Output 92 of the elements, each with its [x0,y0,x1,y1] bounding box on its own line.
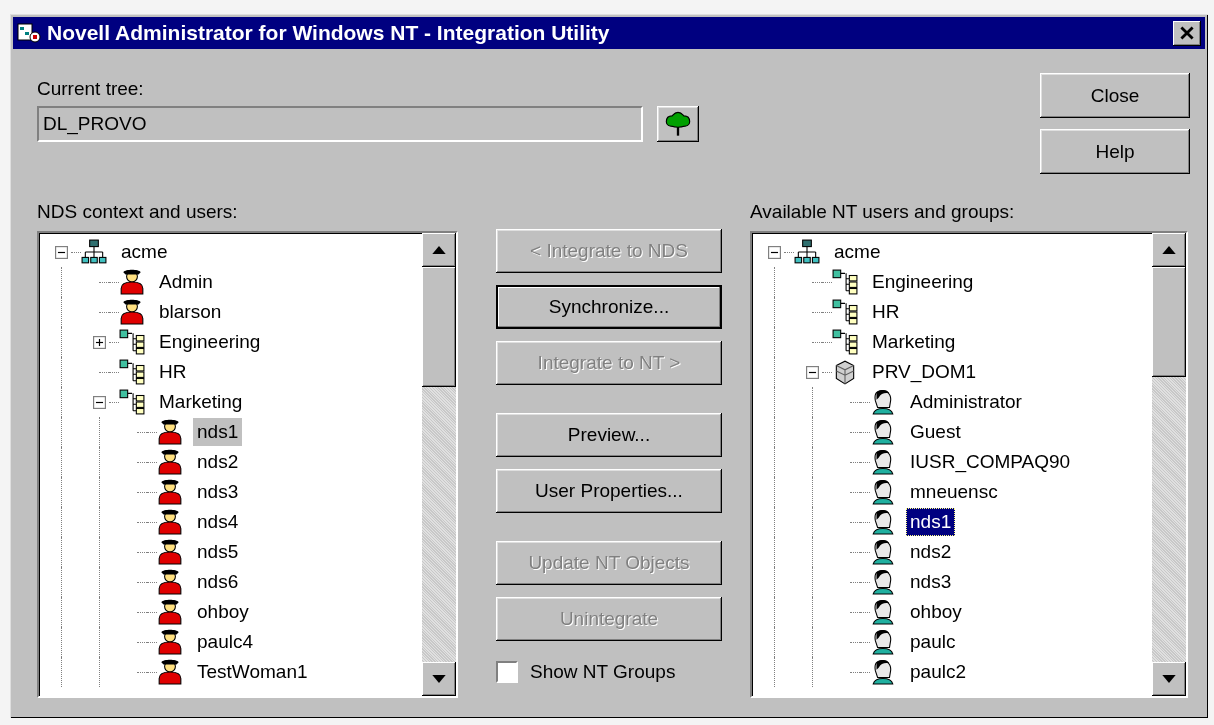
down-arrow-icon [1162,675,1176,683]
expand-icon[interactable] [93,335,106,349]
tree-icon [664,110,692,138]
tree-item[interactable]: blarson [155,298,226,326]
scroll-thumb[interactable] [1152,267,1186,377]
tree-item[interactable]: nds4 [193,508,243,536]
tree-item[interactable]: PRV_DOM1 [868,358,981,386]
collapse-icon[interactable] [55,245,68,259]
org-unit-icon [832,329,858,355]
tree-item[interactable]: nds5 [193,538,243,566]
tree-item[interactable]: Guest [906,418,965,446]
action-button[interactable]: Preview... [496,413,722,457]
dialog-button[interactable]: Help [1040,129,1190,174]
action-button[interactable]: Synchronize... [496,285,722,329]
tree-item[interactable]: HR [868,298,904,326]
scroll-up-button[interactable] [422,233,456,267]
person-icon [119,269,145,295]
scroll-thumb[interactable] [422,267,456,387]
scroll-down-button[interactable] [1152,662,1186,696]
up-arrow-icon [432,246,446,254]
close-icon[interactable] [1173,20,1201,46]
current-tree-label: Current tree: [37,78,145,100]
org-unit-icon [119,359,145,385]
head-icon [870,659,896,685]
person-icon [157,509,183,535]
collapse-icon[interactable] [806,365,819,379]
up-arrow-icon [1162,246,1176,254]
head-icon [870,509,896,535]
dialog-button[interactable]: Close [1040,73,1190,118]
tree-item[interactable]: ohboy [906,598,966,626]
person-icon [157,539,183,565]
scrollbar[interactable] [422,233,456,696]
head-icon [870,599,896,625]
tree-item[interactable]: nds1 [906,508,956,536]
tree-item[interactable]: paulc4 [193,628,257,656]
scrollbar[interactable] [1152,233,1186,696]
checkbox[interactable] [496,661,518,683]
head-icon [870,449,896,475]
tree-button[interactable] [657,106,699,142]
person-icon [119,299,145,325]
org-unit-icon [832,269,858,295]
checkbox-label: Show NT Groups [530,661,676,683]
tree-item[interactable]: acme [830,238,885,266]
org-unit-icon [832,299,858,325]
tree-item[interactable]: nds1 [193,418,243,446]
tree-item[interactable]: paulc2 [906,658,970,686]
down-arrow-icon [432,675,446,683]
scroll-up-button[interactable] [1152,233,1186,267]
tree-item[interactable]: Marketing [155,388,247,416]
head-icon [870,389,896,415]
tree-item[interactable]: nds6 [193,568,243,596]
collapse-icon[interactable] [768,245,781,259]
app-icon [17,21,41,45]
current-tree-field[interactable]: DL_PROVO [37,106,643,142]
action-button[interactable]: User Properties... [496,469,722,513]
tree-item[interactable]: nds3 [193,478,243,506]
org-unit-icon [119,389,145,415]
head-icon [870,569,896,595]
tree-item[interactable]: nds2 [193,448,243,476]
tree-item[interactable]: Engineering [868,268,978,296]
tree-item[interactable]: TestWoman1 [193,658,312,686]
panel-label: NDS context and users: [37,201,239,223]
tree-item[interactable]: nds2 [906,538,956,566]
tree-item[interactable]: paulc [906,628,960,656]
hierarchy-icon [81,239,107,265]
scroll-down-button[interactable] [422,662,456,696]
panel-label: Available NT users and groups: [750,201,1016,223]
tree-item[interactable]: acme [117,238,172,266]
tree-item[interactable]: mneuensc [906,478,1002,506]
tree-item[interactable]: IUSR_COMPAQ90 [906,448,1075,476]
person-icon [157,599,183,625]
org-unit-icon [119,329,145,355]
head-icon [870,419,896,445]
person-icon [157,659,183,685]
person-icon [157,629,183,655]
hierarchy-icon [794,239,820,265]
head-icon [870,629,896,655]
head-icon [870,539,896,565]
tree-item[interactable]: Administrator [906,388,1026,416]
window-title: Novell Administrator for Windows NT - Integration Utility [47,21,611,45]
tree-item[interactable]: Engineering [155,328,265,356]
collapse-icon[interactable] [93,395,106,409]
tree-item[interactable]: nds3 [906,568,956,596]
tree-item[interactable]: Admin [155,268,217,296]
person-icon [157,479,183,505]
tree-item[interactable]: Marketing [868,328,960,356]
person-icon [157,569,183,595]
head-icon [870,479,896,505]
tree-item[interactable]: ohboy [193,598,253,626]
person-icon [157,419,183,445]
person-icon [157,449,183,475]
tree-item[interactable]: HR [155,358,191,386]
